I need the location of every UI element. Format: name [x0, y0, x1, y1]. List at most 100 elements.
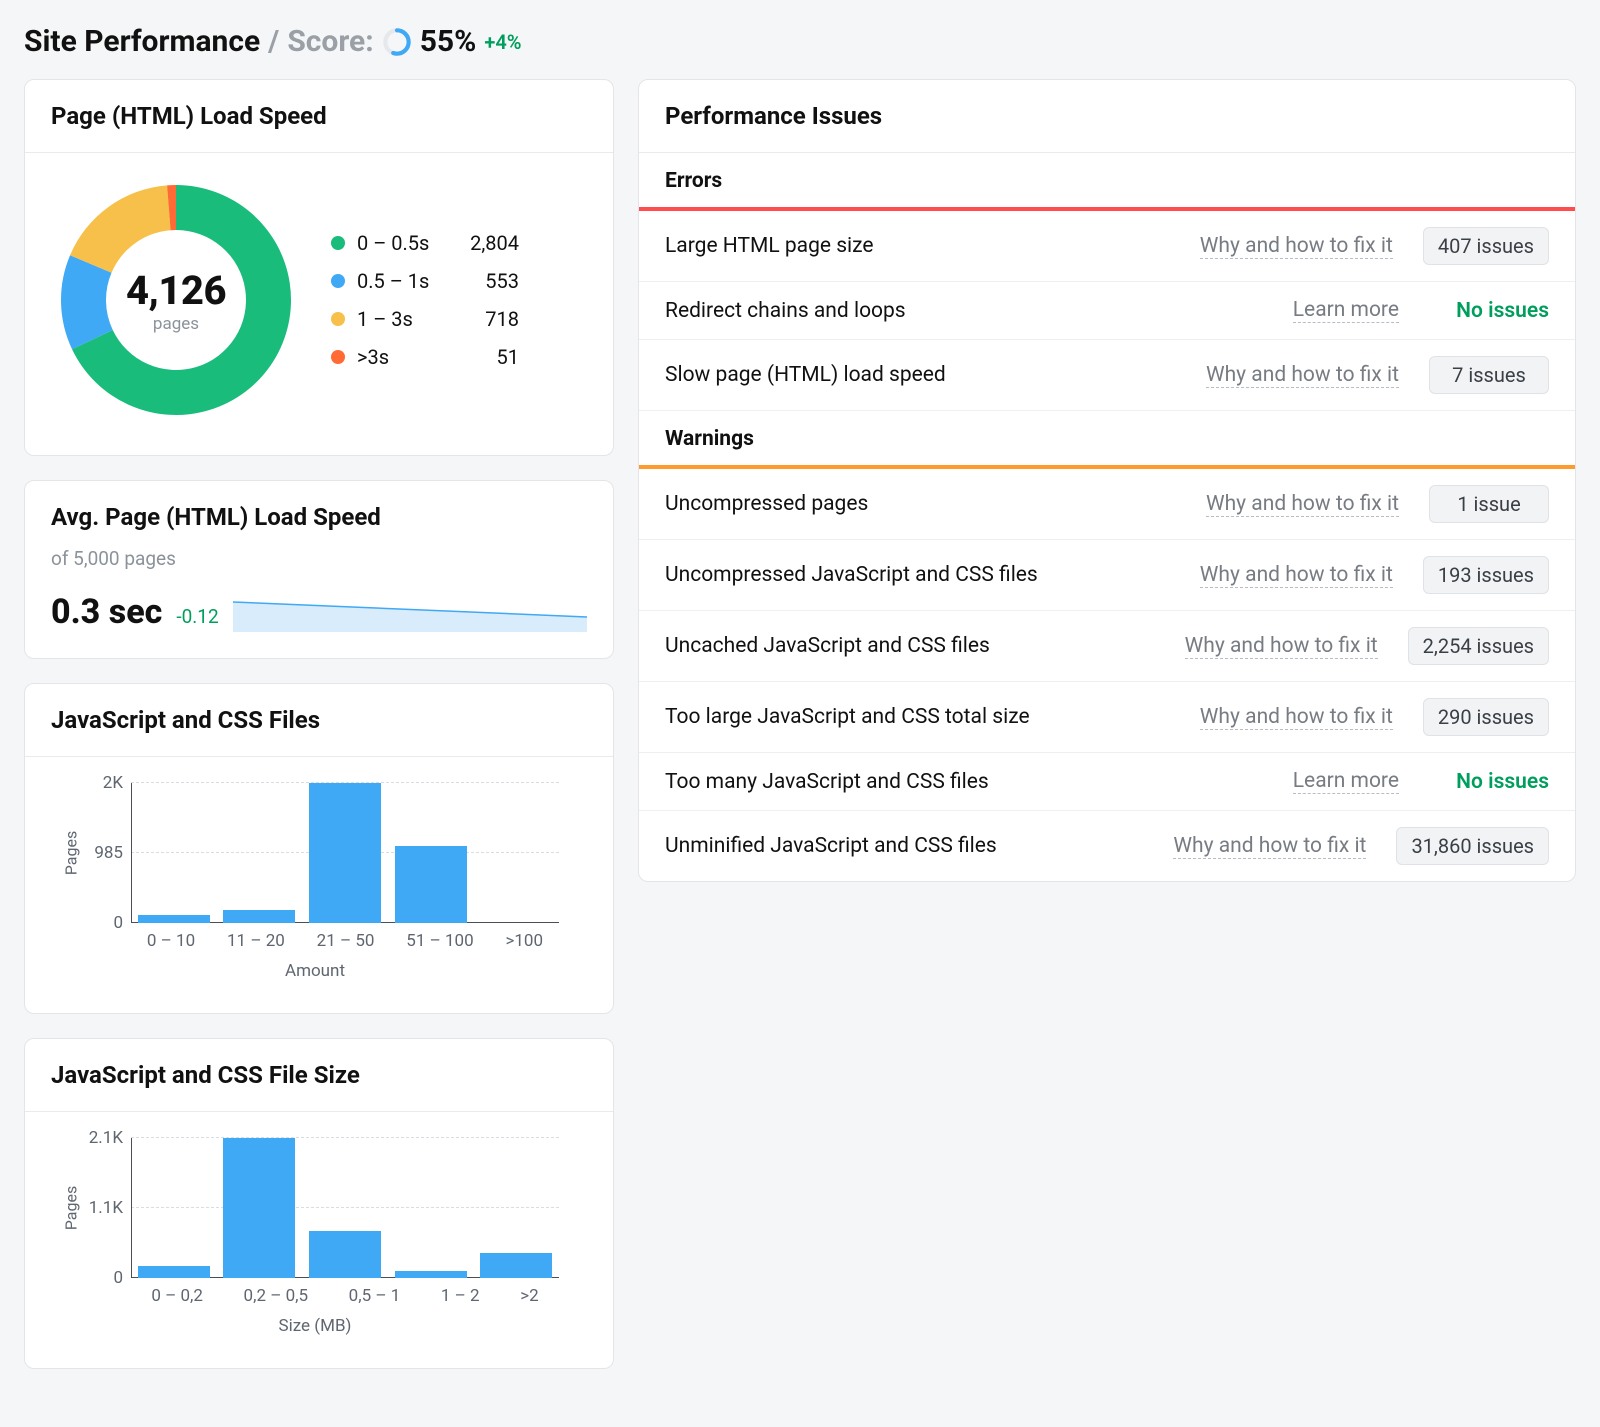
legend-color-dot: [331, 274, 345, 288]
performance-issues-card: Performance Issues ErrorsLarge HTML page…: [638, 79, 1576, 882]
y-tick: 2K: [61, 773, 123, 793]
no-issues-label: No issues: [1429, 770, 1549, 794]
issue-count-badge[interactable]: 2,254 issues: [1408, 627, 1549, 665]
score-label: Score:: [287, 24, 373, 59]
load-speed-title: Page (HTML) Load Speed: [25, 80, 613, 153]
y-tick: 985: [61, 843, 123, 863]
y-tick: 2.1K: [61, 1128, 123, 1148]
title-separator: /: [268, 24, 279, 59]
issue-help-link[interactable]: Why and how to fix it: [1185, 634, 1378, 659]
bar[interactable]: [395, 846, 467, 923]
js-css-size-title: JavaScript and CSS File Size: [25, 1039, 613, 1112]
legend-value: 2,804: [459, 231, 519, 255]
page-header: Site Performance / Score: 55% +4%: [24, 24, 1576, 59]
issue-help-link[interactable]: Learn more: [1293, 769, 1399, 794]
y-tick: 0: [61, 913, 123, 933]
avg-load-subtitle: of 5,000 pages: [51, 547, 587, 570]
bar[interactable]: [309, 783, 381, 923]
x-axis-label: Size (MB): [61, 1316, 569, 1336]
js-css-files-card: JavaScript and CSS Files Pages 2K9850 0 …: [24, 683, 614, 1014]
bar[interactable]: [395, 1271, 467, 1278]
score-donut-icon: [382, 27, 412, 57]
x-axis-ticks: 0 – 0,2 0,2 – 0,5 0,5 – 1 1 – 2 >2: [131, 1286, 559, 1306]
js-css-files-title: JavaScript and CSS Files: [25, 684, 613, 757]
issue-title: Uncompressed JavaScript and CSS files: [665, 563, 1038, 587]
bar[interactable]: [480, 1253, 552, 1278]
issue-count-badge[interactable]: 31,860 issues: [1396, 827, 1549, 865]
issue-row: Uncompressed JavaScript and CSS files Wh…: [639, 540, 1575, 611]
legend-item[interactable]: 0 – 0.5s 2,804: [331, 231, 519, 255]
x-tick: >2: [520, 1286, 538, 1306]
legend-label: 1 – 3s: [357, 307, 447, 331]
issue-count-badge[interactable]: 290 issues: [1423, 698, 1549, 736]
js-css-size-card: JavaScript and CSS File Size Pages 2.1K1…: [24, 1038, 614, 1369]
legend-label: >3s: [357, 345, 447, 369]
issue-count-badge[interactable]: 407 issues: [1423, 227, 1549, 265]
issue-help-link[interactable]: Why and how to fix it: [1206, 363, 1399, 388]
js-css-files-chart: Pages 2K9850: [131, 783, 559, 923]
y-tick: 0: [61, 1268, 123, 1288]
bar[interactable]: [223, 1138, 295, 1278]
legend-label: 0 – 0.5s: [357, 231, 447, 255]
bar[interactable]: [138, 915, 210, 923]
issue-row: Large HTML page size Why and how to fix …: [639, 211, 1575, 282]
x-tick: 0,5 – 1: [349, 1286, 401, 1306]
legend-item[interactable]: 1 – 3s 718: [331, 307, 519, 331]
legend-value: 51: [459, 345, 519, 369]
issue-title: Uncached JavaScript and CSS files: [665, 634, 990, 658]
avg-load-sparkline: [233, 586, 587, 632]
load-speed-card: Page (HTML) Load Speed 4,126 pages 0 – 0…: [24, 79, 614, 456]
issue-row: Slow page (HTML) load speed Why and how …: [639, 340, 1575, 411]
issue-count-badge[interactable]: 1 issue: [1429, 485, 1549, 523]
js-css-size-chart: Pages 2.1K1.1K0: [131, 1138, 559, 1278]
x-tick: >100: [505, 931, 543, 951]
x-tick: 51 – 100: [406, 931, 473, 951]
avg-load-delta: -0.12: [176, 605, 218, 632]
issue-title: Unminified JavaScript and CSS files: [665, 834, 997, 858]
issue-help-link[interactable]: Why and how to fix it: [1200, 234, 1393, 259]
issue-title: Slow page (HTML) load speed: [665, 363, 946, 387]
load-speed-donut: 4,126 pages: [51, 175, 301, 425]
issue-title: Too many JavaScript and CSS files: [665, 770, 989, 794]
issue-title: Large HTML page size: [665, 234, 874, 258]
avg-load-title: Avg. Page (HTML) Load Speed: [25, 481, 613, 537]
issue-row: Too many JavaScript and CSS files Learn …: [639, 753, 1575, 811]
bar[interactable]: [138, 1266, 210, 1278]
issues-title: Performance Issues: [639, 80, 1575, 153]
issue-row: Uncached JavaScript and CSS files Why an…: [639, 611, 1575, 682]
issue-count-badge[interactable]: 193 issues: [1423, 556, 1549, 594]
issue-row: Uncompressed pages Why and how to fix it…: [639, 469, 1575, 540]
issue-count-badge[interactable]: 7 issues: [1429, 356, 1549, 394]
donut-legend: 0 – 0.5s 2,804 0.5 – 1s 553 1 – 3s 718 >…: [331, 231, 519, 369]
legend-color-dot: [331, 312, 345, 326]
issue-row: Too large JavaScript and CSS total size …: [639, 682, 1575, 753]
bar[interactable]: [309, 1231, 381, 1278]
donut-center-label: pages: [153, 314, 199, 334]
x-tick: 1 – 2: [441, 1286, 480, 1306]
score-delta: +4%: [484, 30, 521, 54]
issue-title: Uncompressed pages: [665, 492, 868, 516]
issue-help-link[interactable]: Why and how to fix it: [1206, 492, 1399, 517]
issue-help-link[interactable]: Why and how to fix it: [1200, 705, 1393, 730]
x-axis-label: Amount: [61, 961, 569, 981]
legend-item[interactable]: >3s 51: [331, 345, 519, 369]
issues-section-errors: Errors: [639, 153, 1575, 211]
issue-help-link[interactable]: Why and how to fix it: [1173, 834, 1366, 859]
avg-load-value: 0.3 sec: [51, 592, 162, 632]
issue-title: Redirect chains and loops: [665, 299, 906, 323]
issue-title: Too large JavaScript and CSS total size: [665, 705, 1030, 729]
bar[interactable]: [223, 910, 295, 923]
x-tick: 0 – 10: [147, 931, 195, 951]
donut-center-value: 4,126: [126, 267, 226, 314]
issue-help-link[interactable]: Learn more: [1293, 298, 1399, 323]
no-issues-label: No issues: [1429, 299, 1549, 323]
legend-item[interactable]: 0.5 – 1s 553: [331, 269, 519, 293]
x-tick: 0,2 – 0,5: [244, 1286, 309, 1306]
x-tick: 21 – 50: [317, 931, 375, 951]
legend-label: 0.5 – 1s: [357, 269, 447, 293]
legend-color-dot: [331, 350, 345, 364]
page-title: Site Performance: [24, 24, 260, 59]
x-tick: 11 – 20: [227, 931, 285, 951]
issue-help-link[interactable]: Why and how to fix it: [1200, 563, 1393, 588]
x-tick: 0 – 0,2: [151, 1286, 203, 1306]
